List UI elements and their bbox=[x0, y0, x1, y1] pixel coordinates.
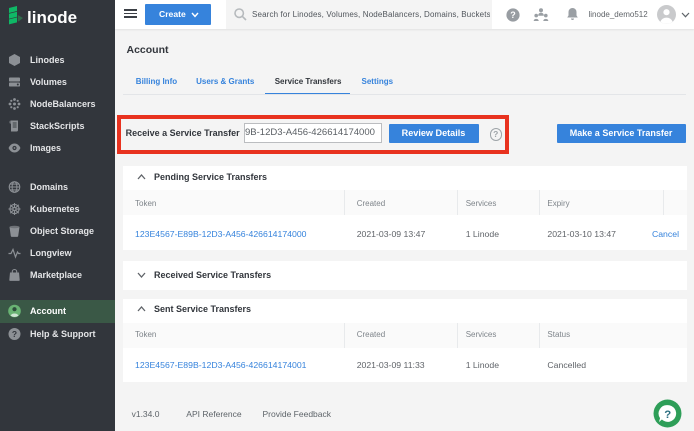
svg-text:?: ? bbox=[510, 10, 516, 20]
svg-text:?: ? bbox=[664, 408, 671, 420]
svg-text:?: ? bbox=[12, 328, 17, 338]
